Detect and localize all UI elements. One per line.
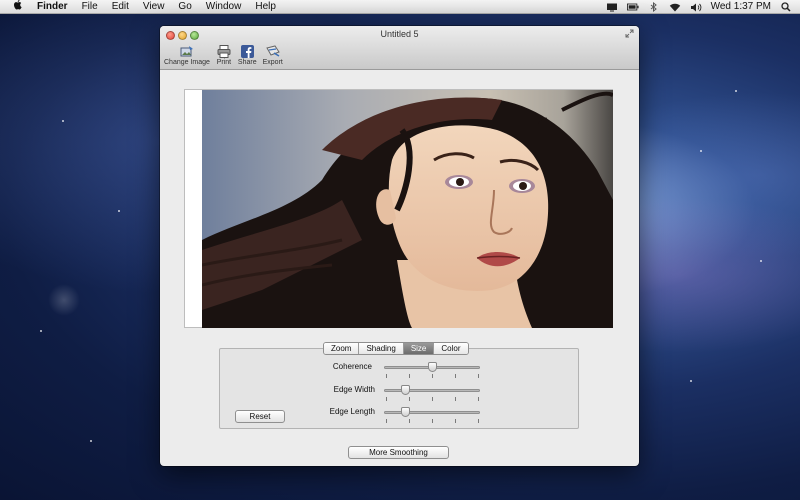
star bbox=[690, 380, 692, 382]
star bbox=[735, 90, 737, 92]
menu-file[interactable]: File bbox=[82, 0, 98, 14]
more-smoothing-button[interactable]: More Smoothing bbox=[348, 446, 449, 459]
tick bbox=[478, 419, 479, 423]
app-window: Untitled 5 Change Image Print Share Expo… bbox=[160, 26, 639, 466]
tick bbox=[409, 419, 410, 423]
facebook-icon bbox=[239, 44, 255, 58]
change-image-label: Change Image bbox=[164, 59, 210, 66]
fullscreen-icon[interactable] bbox=[625, 29, 635, 39]
star bbox=[760, 260, 762, 262]
tab-bar: Zoom Shading Size Color bbox=[323, 342, 469, 355]
tab-size[interactable]: Size bbox=[403, 343, 435, 354]
spotlight-search-icon[interactable] bbox=[780, 2, 792, 12]
edge-width-slider[interactable] bbox=[384, 389, 480, 392]
edge-width-slider-row: Edge Width bbox=[287, 385, 487, 403]
display-icon[interactable] bbox=[606, 2, 618, 12]
export-label: Export bbox=[262, 59, 283, 66]
volume-icon[interactable] bbox=[690, 2, 702, 12]
edge-length-label: Edge Length bbox=[329, 407, 375, 416]
tab-color[interactable]: Color bbox=[434, 343, 468, 354]
menu-finder[interactable]: Finder bbox=[37, 0, 68, 14]
edge-length-slider-row: Edge Length bbox=[287, 407, 487, 425]
clock[interactable]: Wed 1:37 PM bbox=[711, 0, 771, 14]
star bbox=[118, 210, 120, 212]
print-label: Print bbox=[216, 59, 232, 66]
export-button[interactable]: Export bbox=[263, 44, 283, 68]
titlebar[interactable]: Untitled 5 Change Image Print Share Expo… bbox=[160, 26, 639, 70]
edge-width-label: Edge Width bbox=[333, 385, 375, 394]
tick bbox=[386, 374, 387, 378]
print-button[interactable]: Print bbox=[216, 44, 232, 68]
menubar: Finder File Edit View Go Window Help Wed… bbox=[0, 0, 800, 14]
edge-length-slider[interactable] bbox=[384, 411, 480, 414]
star bbox=[62, 120, 64, 122]
coherence-label: Coherence bbox=[332, 362, 372, 371]
menu-edit[interactable]: Edit bbox=[112, 0, 129, 14]
share-button[interactable]: Share bbox=[238, 44, 257, 68]
tick bbox=[478, 397, 479, 401]
wifi-icon[interactable] bbox=[669, 2, 681, 12]
coherence-slider-row: Coherence bbox=[284, 362, 484, 380]
tick bbox=[455, 397, 456, 401]
tick bbox=[386, 419, 387, 423]
printer-icon bbox=[216, 44, 232, 58]
tick bbox=[386, 397, 387, 401]
change-image-icon bbox=[179, 44, 195, 58]
tick bbox=[432, 397, 433, 401]
tick bbox=[432, 374, 433, 378]
status-menus: Wed 1:37 PM bbox=[606, 0, 792, 14]
tab-zoom[interactable]: Zoom bbox=[324, 343, 360, 354]
apple-menu-icon[interactable] bbox=[11, 0, 25, 14]
star bbox=[90, 440, 92, 442]
window-title: Untitled 5 bbox=[380, 29, 419, 39]
tick bbox=[432, 419, 433, 423]
battery-icon[interactable] bbox=[626, 2, 639, 12]
change-image-button[interactable]: Change Image bbox=[164, 44, 210, 68]
star bbox=[40, 330, 42, 332]
menu-go[interactable]: Go bbox=[178, 0, 191, 14]
share-label: Share bbox=[237, 59, 257, 66]
image-canvas[interactable] bbox=[184, 89, 613, 328]
toolbar: Change Image Print Share Export bbox=[164, 44, 283, 68]
tick bbox=[409, 374, 410, 378]
tab-shading[interactable]: Shading bbox=[359, 343, 404, 354]
menu-window[interactable]: Window bbox=[206, 0, 242, 14]
coherence-slider-thumb[interactable] bbox=[427, 362, 437, 372]
reset-button[interactable]: Reset bbox=[235, 410, 285, 423]
menu-view[interactable]: View bbox=[143, 0, 165, 14]
menu-help[interactable]: Help bbox=[255, 0, 276, 14]
tick bbox=[455, 419, 456, 423]
star bbox=[700, 150, 702, 152]
tick bbox=[478, 374, 479, 378]
tick bbox=[455, 374, 456, 378]
bluetooth-icon[interactable] bbox=[648, 2, 660, 12]
tick bbox=[409, 397, 410, 401]
cartoon-portrait-image[interactable] bbox=[202, 90, 613, 328]
export-icon bbox=[265, 44, 281, 58]
